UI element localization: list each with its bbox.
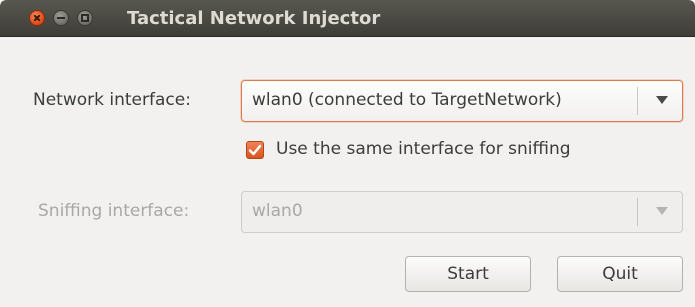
dropdown-arrow-icon: [656, 207, 668, 215]
checkmark-icon: [248, 144, 262, 156]
app-window: Tactical Network Injector Network interf…: [0, 0, 695, 307]
dropdown-arrow-icon: [656, 96, 668, 104]
network-interface-select[interactable]: wlan0 (connected to TargetNetwork): [241, 80, 683, 122]
combo-separator: [637, 87, 638, 115]
sniffing-interface-select[interactable]: wlan0: [241, 191, 683, 233]
same-interface-label[interactable]: Use the same interface for sniffing: [276, 139, 571, 159]
network-interface-value: wlan0 (connected to TargetNetwork): [252, 90, 562, 110]
combo-separator: [637, 198, 638, 226]
same-interface-checkbox[interactable]: [246, 141, 264, 159]
close-window-icon[interactable]: [29, 10, 45, 26]
start-button[interactable]: Start: [405, 256, 531, 292]
sniffing-interface-label: Sniffing interface:: [38, 201, 190, 221]
network-interface-label: Network interface:: [33, 90, 191, 110]
maximize-window-icon[interactable]: [77, 10, 93, 26]
minimize-window-icon[interactable]: [53, 10, 69, 26]
title-bar[interactable]: Tactical Network Injector: [0, 0, 695, 37]
quit-button[interactable]: Quit: [557, 256, 683, 292]
window-title: Tactical Network Injector: [127, 8, 381, 29]
sniffing-interface-value: wlan0: [252, 201, 303, 221]
